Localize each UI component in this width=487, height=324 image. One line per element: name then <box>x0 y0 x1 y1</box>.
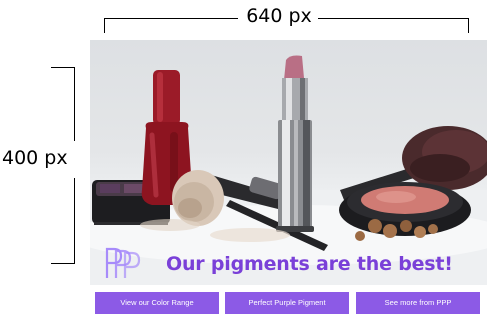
perfect-purple-pigment-button[interactable]: Perfect Purple Pigment <box>225 292 349 314</box>
view-color-range-button[interactable]: View our Color Range <box>95 292 219 314</box>
height-dimension-tick-bottom <box>51 263 75 264</box>
width-dimension-line-left <box>104 18 238 19</box>
height-dimension-line-bottom <box>74 178 75 264</box>
banner: Our pigments are the best! View our Colo… <box>90 40 487 324</box>
headline: Our pigments are the best! <box>166 253 453 275</box>
width-dimension-label: 640 px <box>246 5 312 27</box>
ppp-logo-icon <box>105 247 141 278</box>
width-dimension-tick-right <box>468 18 469 33</box>
height-dimension-tick-top <box>51 67 75 68</box>
see-more-from-ppp-button[interactable]: See more from PPP <box>356 292 480 314</box>
height-dimension-label: 400 px <box>2 147 68 169</box>
height-dimension-line-top <box>74 67 75 141</box>
width-dimension-line-right <box>318 18 469 19</box>
lipstick <box>276 55 314 232</box>
width-dimension-tick-left <box>104 18 105 33</box>
